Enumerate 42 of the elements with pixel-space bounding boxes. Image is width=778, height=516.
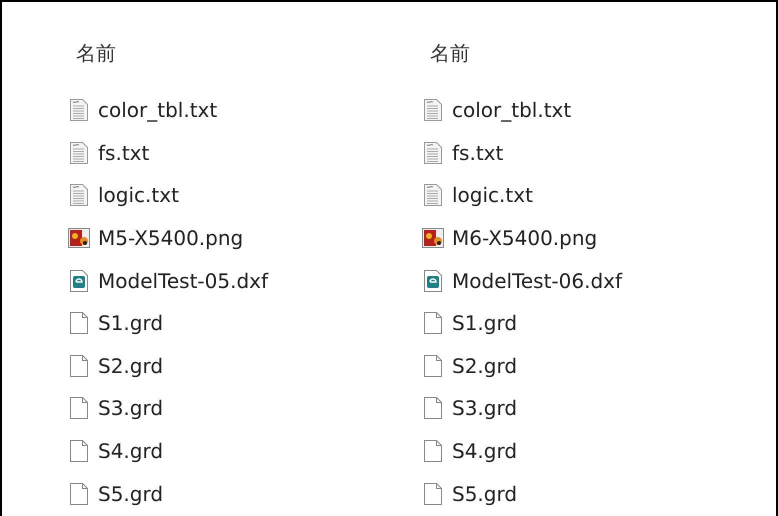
file-name[interactable]: logic.txt <box>452 183 533 208</box>
text-file-icon <box>423 98 443 122</box>
drawing-file-icon <box>423 268 443 293</box>
file-name[interactable]: S5.grd <box>98 482 164 506</box>
file-name[interactable]: S1.grd <box>452 311 518 336</box>
file-name[interactable]: S2.grd <box>98 354 164 378</box>
text-file-icon <box>69 140 89 165</box>
file-name[interactable]: S2.grd <box>452 354 518 378</box>
blank-file-icon <box>423 354 443 378</box>
file-name[interactable]: fs.txt <box>98 140 150 165</box>
text-file-icon <box>69 183 89 208</box>
file-name[interactable]: S3.grd <box>98 396 164 420</box>
drawing-file-icon <box>69 268 89 293</box>
image-file-icon <box>422 228 444 248</box>
blank-file-icon <box>423 482 443 506</box>
blank-file-icon <box>69 311 89 336</box>
file-name[interactable]: M6-X5400.png <box>452 226 598 250</box>
file-name[interactable]: S3.grd <box>452 396 518 420</box>
file-name[interactable]: M5-X5400.png <box>98 226 244 250</box>
file-name[interactable]: color_tbl.txt <box>98 98 218 122</box>
text-file-icon <box>423 183 443 208</box>
file-name[interactable]: fs.txt <box>452 140 504 165</box>
column-header[interactable]: 名前 <box>76 40 422 80</box>
blank-file-icon <box>69 482 89 506</box>
blank-file-icon <box>69 439 89 464</box>
text-file-icon <box>423 140 443 165</box>
file-name[interactable]: ModelTest-05.dxf <box>98 268 268 293</box>
blank-file-icon <box>423 439 443 464</box>
blank-file-icon <box>423 311 443 336</box>
blank-file-icon <box>423 396 443 420</box>
image-file-icon <box>68 228 90 248</box>
blank-file-icon <box>69 396 89 420</box>
text-file-icon <box>69 98 89 122</box>
column-header[interactable]: 名前 <box>430 40 776 80</box>
file-name[interactable]: color_tbl.txt <box>452 98 572 122</box>
file-name[interactable]: S5.grd <box>452 482 518 506</box>
file-name[interactable]: S1.grd <box>98 311 164 336</box>
file-name[interactable]: S4.grd <box>452 439 518 464</box>
file-name[interactable]: ModelTest-06.dxf <box>452 268 622 293</box>
blank-file-icon <box>69 354 89 378</box>
file-name[interactable]: logic.txt <box>98 183 179 208</box>
file-name[interactable]: S4.grd <box>98 439 164 464</box>
